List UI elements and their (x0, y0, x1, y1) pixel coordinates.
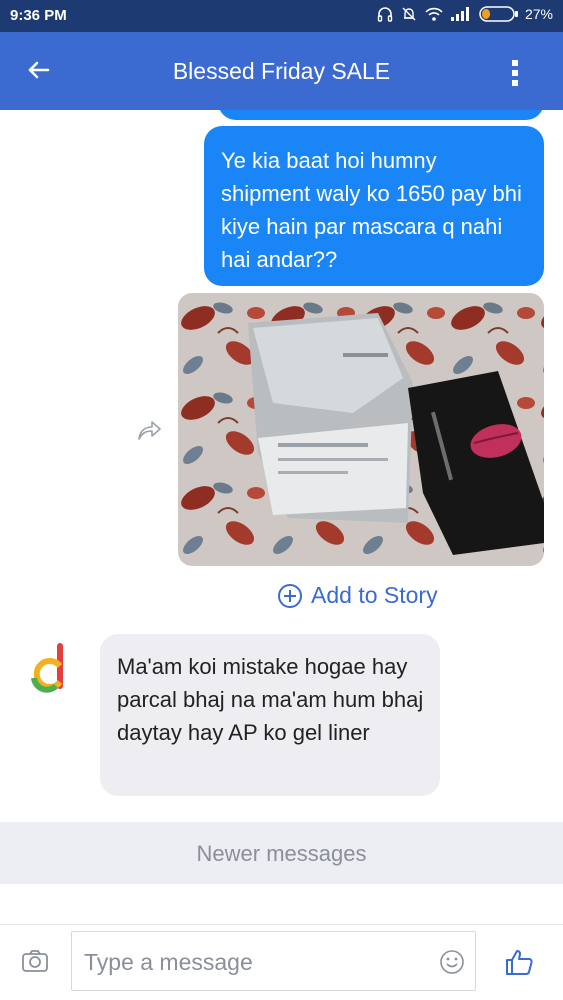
status-time: 9:36 PM (10, 7, 67, 24)
parcel-photo (178, 293, 544, 566)
message-input[interactable] (82, 940, 436, 984)
add-to-story-button[interactable]: Add to Story (277, 582, 438, 609)
wifi-icon (425, 7, 443, 21)
incoming-message[interactable]: Ma'am koi mistake hogae hay parcal bhaj … (100, 634, 440, 796)
share-icon[interactable] (135, 416, 163, 444)
outgoing-message-text: Ye kia baat hoi humny shipment waly ko 1… (221, 148, 522, 272)
photo-attachment[interactable] (178, 293, 544, 566)
conversation-title: Blessed Friday SALE (172, 58, 391, 84)
message-input-box[interactable] (71, 931, 476, 991)
composer-divider (0, 924, 563, 925)
previous-message-bubble (218, 110, 544, 120)
status-icons: 27% (377, 6, 553, 22)
message-composer (0, 924, 563, 1000)
more-vertical-icon[interactable] (507, 58, 523, 88)
avatar[interactable] (26, 640, 74, 700)
battery-percent: 27% (524, 6, 553, 22)
emoji-icon[interactable] (439, 949, 465, 975)
newer-messages-button[interactable]: Newer messages (0, 822, 563, 884)
battery: 27% (479, 6, 553, 22)
newer-messages-label: Newer messages (196, 841, 367, 866)
mute-bell-icon (402, 7, 416, 21)
battery-icon (479, 6, 518, 22)
app-bar: Blessed Friday SALE (0, 32, 563, 110)
signal-icon (450, 7, 469, 21)
status-bar: 9:36 PM 27% (0, 0, 563, 32)
add-to-story-label: Add to Story (311, 582, 438, 608)
camera-icon[interactable] (20, 946, 50, 976)
incoming-message-text: Ma'am koi mistake hogae hay parcal bhaj … (117, 654, 424, 745)
outgoing-message[interactable]: Ye kia baat hoi humny shipment waly ko 1… (204, 126, 544, 286)
message-list[interactable]: Ye kia baat hoi humny shipment waly ko 1… (0, 110, 563, 822)
thumbs-up-icon[interactable] (504, 947, 534, 977)
plus-circle-icon (278, 583, 302, 608)
headphones-icon (377, 7, 393, 22)
